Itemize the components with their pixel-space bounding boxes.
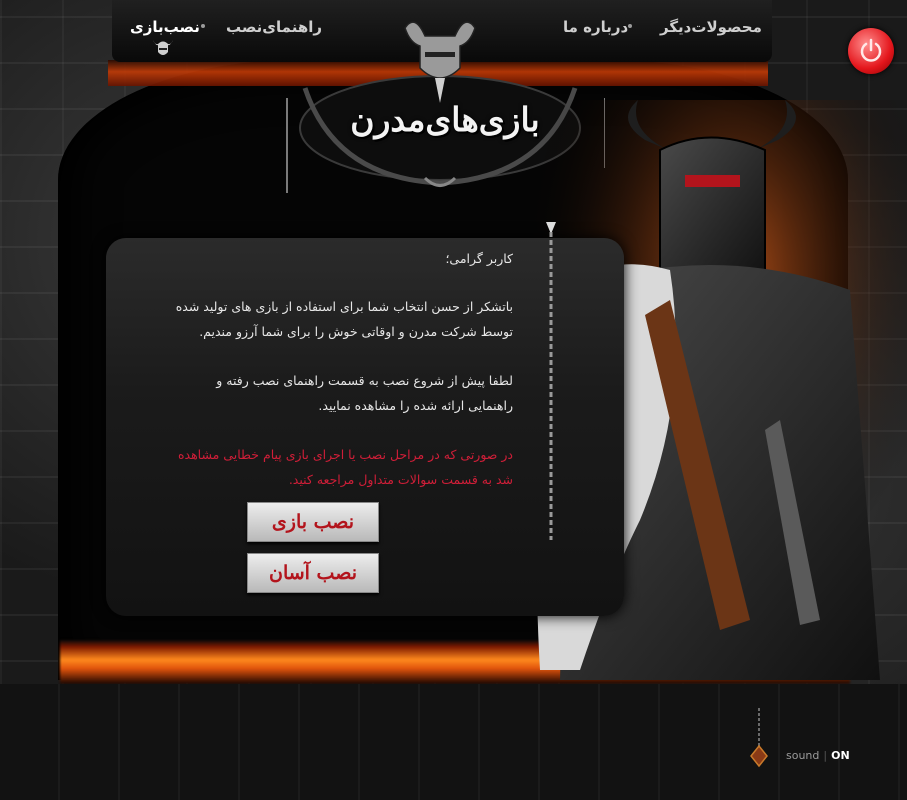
nav-separator-dot [628,24,632,28]
sound-label: sound [786,749,820,762]
error-help-line-2: شد به قسمت سوالات متداول مراجعه کنید. [288,472,513,487]
site-logo-title: بازی‌های‌مدرن [350,100,540,139]
page-background: نصب‌بازی راهنمای‌نصب درباره ما محصولات‌د… [0,0,907,800]
horned-helmet-icon [153,40,173,55]
install-game-button[interactable]: نصب بازی [247,502,379,542]
sound-state[interactable]: ON [831,749,850,762]
nav-separator-dot [201,24,205,28]
guide-line-1: لطفا پیش از شروع نصب به قسمت راهنمای نصب… [216,373,513,388]
chain-icon [546,222,556,540]
pendant-icon [750,708,768,768]
stone-floor [0,684,907,800]
nav-install-game[interactable]: نصب‌بازی [130,18,200,36]
nav-other-products[interactable]: محصولات‌دیگر [660,18,762,36]
sound-separator: | [823,749,828,762]
greeting-text: کاربر گرامی؛ [445,251,513,266]
guide-line-2: راهنمایی ارائه شده را مشاهده نمایید. [318,398,513,413]
thanks-line-1: باتشکر از حسن انتخاب شما برای استفاده از… [175,299,513,314]
easy-install-button[interactable]: نصب آسان [247,553,379,593]
sound-toggle[interactable]: sound | ON [786,749,850,762]
error-help-line-1: در صورتی که در مراحل نصب یا اجرای بازی پ… [177,447,513,462]
power-icon [860,38,882,62]
thanks-line-2: توسط شرکت مدرن و اوقاتی خوش را برای شما … [199,324,513,339]
power-button[interactable] [848,28,894,74]
